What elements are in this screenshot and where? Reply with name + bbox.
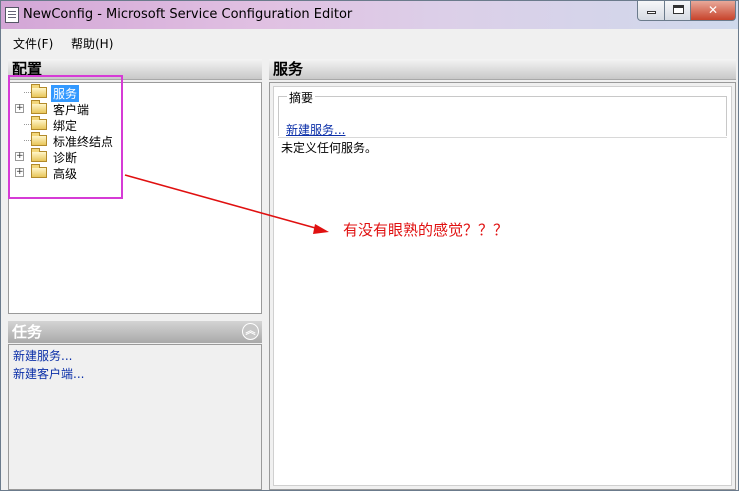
maximize-icon — [673, 5, 684, 14]
app-icon[interactable] — [5, 7, 19, 23]
summary-group: 摘要 新建服务... — [278, 89, 727, 138]
tasks-header-label: 任务 — [12, 323, 43, 341]
tasks-panel: 新建服务... 新建客户端... — [8, 344, 262, 490]
service-panel: 摘要 新建服务... 未定义任何服务。 — [269, 82, 736, 490]
window-title: NewConfig - Microsoft Service Configurat… — [23, 7, 353, 22]
annotation-text: 有没有眼熟的感觉？？？ — [343, 221, 509, 239]
menu-file[interactable]: 文件(F) — [13, 35, 53, 52]
divider — [278, 137, 727, 138]
tasks-panel-header: 任务 ︽ — [8, 321, 262, 343]
no-services-message: 未定义任何服务。 — [281, 141, 378, 155]
annotation-highlight-box — [8, 75, 123, 199]
app-window: NewConfig - Microsoft Service Configurat… — [0, 0, 739, 491]
menu-bar: 文件(F) 帮助(H) — [1, 30, 738, 54]
task-new-client-link[interactable]: 新建客户端... — [13, 365, 84, 382]
title-bar[interactable]: NewConfig - Microsoft Service Configurat… — [1, 1, 738, 29]
collapse-icon[interactable]: ︽ — [242, 323, 259, 340]
close-button[interactable]: ✕ — [690, 1, 736, 21]
minimize-button[interactable] — [637, 1, 665, 21]
menu-help[interactable]: 帮助(H) — [71, 35, 113, 52]
service-panel-header: 服务 — [269, 59, 736, 80]
new-service-link[interactable]: 新建服务... — [286, 121, 345, 138]
task-new-service-link[interactable]: 新建服务... — [13, 347, 72, 364]
summary-legend: 摘要 — [287, 89, 316, 106]
maximize-button[interactable] — [664, 1, 691, 21]
service-content: 摘要 新建服务... 未定义任何服务。 — [273, 86, 732, 486]
minimize-icon — [647, 11, 656, 14]
close-icon: ✕ — [707, 3, 719, 17]
